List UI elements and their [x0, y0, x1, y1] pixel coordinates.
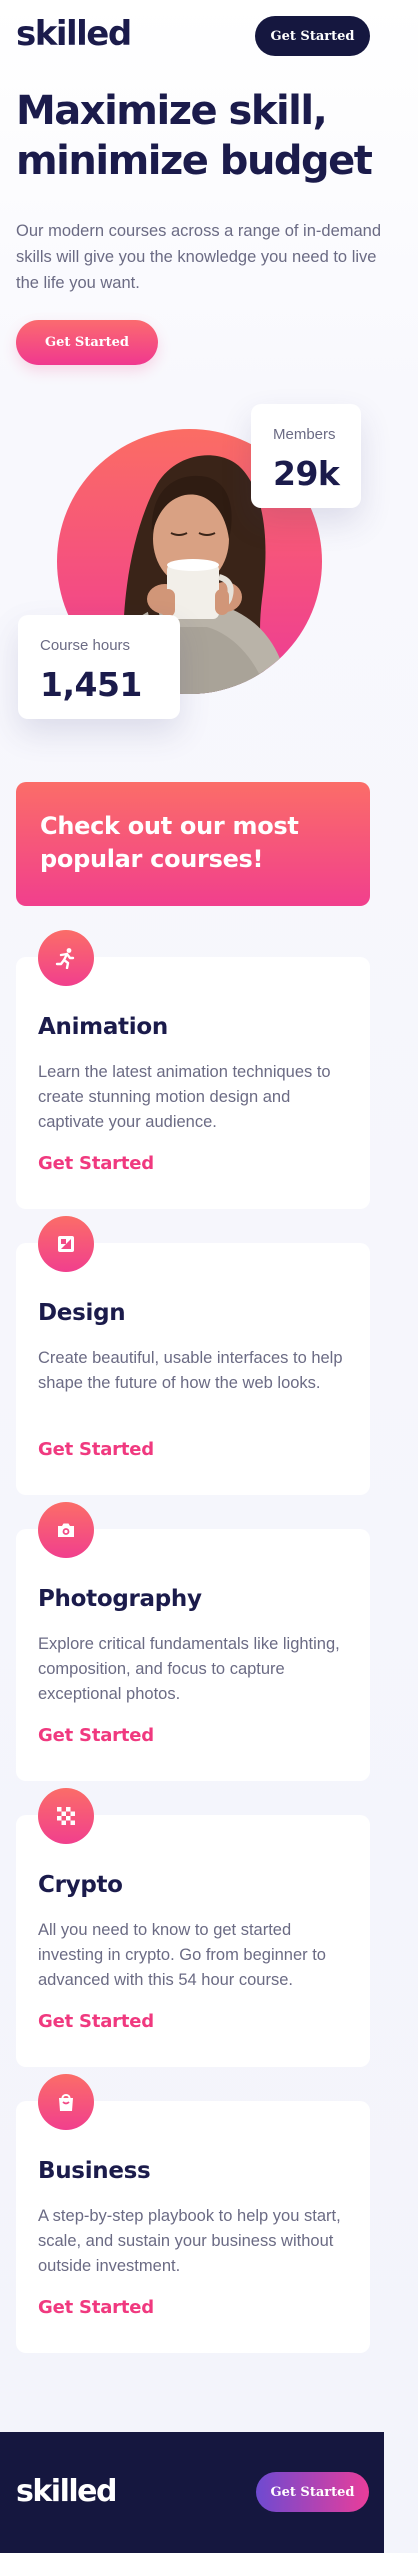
members-label: Members [273, 426, 336, 443]
course-hours-value: 1,451 [40, 665, 142, 704]
course-card-crypto: Crypto All you need to know to get start… [16, 1788, 370, 2067]
site-header: skilled Get Started [0, 0, 418, 70]
running-figure-icon [38, 930, 94, 986]
course-description: Create beautiful, usable interfaces to h… [38, 1349, 343, 1392]
members-stat-card: Members 29k [251, 404, 361, 508]
course-title: Design [38, 1300, 126, 1326]
members-value: 29k [273, 454, 340, 493]
hero-get-started-button[interactable]: Get Started [16, 320, 158, 365]
course-get-started-link[interactable]: Get Started [38, 2009, 154, 2035]
footer-get-started-button[interactable]: Get Started [256, 2472, 369, 2512]
course-title: Photography [38, 1586, 202, 1612]
header-get-started-button[interactable]: Get Started [255, 16, 370, 56]
course-hours-label: Course hours [40, 637, 131, 654]
course-description: A step-by-step playbook to help you star… [38, 2207, 341, 2275]
course-get-started-link[interactable]: Get Started [38, 1151, 154, 1177]
course-card-design: Design Create beautiful, usable interfac… [16, 1216, 370, 1495]
footer-logo[interactable]: skilled [16, 2472, 117, 2512]
hero-title: Maximize skill, minimize budget [16, 88, 373, 184]
shopping-bag-icon [38, 2074, 94, 2130]
course-description: All you need to know to get started inve… [38, 1921, 326, 1989]
popular-courses-title: Check out our most popular courses! [40, 812, 299, 873]
course-card-animation: Animation Learn the latest animation tec… [16, 930, 370, 1209]
checker-pattern-icon [38, 1788, 94, 1844]
course-get-started-link[interactable]: Get Started [38, 2295, 154, 2321]
course-title: Crypto [38, 1872, 123, 1898]
hero-description: Our modern courses across a range of in-… [16, 222, 382, 292]
course-card-photography: Photography Explore critical fundamental… [16, 1502, 370, 1781]
course-title: Animation [38, 1014, 168, 1040]
site-logo[interactable]: skilled [16, 14, 132, 54]
course-description: Explore critical fundamentals like light… [38, 1635, 340, 1703]
course-get-started-link[interactable]: Get Started [38, 1723, 154, 1749]
course-title: Business [38, 2158, 151, 2184]
course-description: Learn the latest animation techniques to… [38, 1063, 331, 1131]
camera-icon [38, 1502, 94, 1558]
course-hours-stat-card: Course hours 1,451 [18, 615, 180, 719]
popular-courses-banner: Check out our most popular courses! [16, 782, 370, 906]
course-card-business: Business A step-by-step playbook to help… [16, 2074, 370, 2353]
site-footer: skilled Get Started [0, 2432, 384, 2553]
course-get-started-link[interactable]: Get Started [38, 1437, 154, 1463]
image-frame-icon [38, 1216, 94, 1272]
